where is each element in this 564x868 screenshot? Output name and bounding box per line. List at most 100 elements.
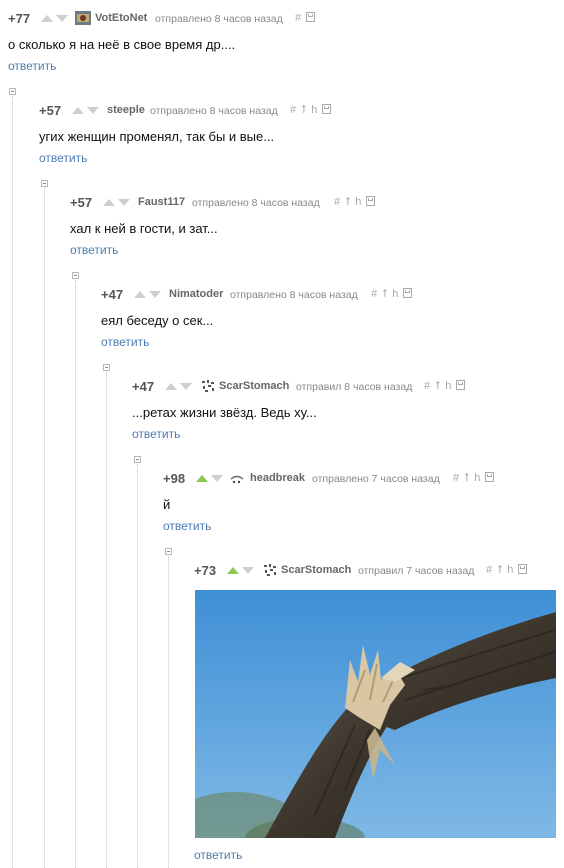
comment-tools: # ⭡ h — [486, 564, 532, 577]
comment-tools: # ⭡ h — [371, 288, 417, 301]
parent-comment-icon[interactable]: ⭡ — [301, 104, 306, 117]
comment: +47 ScarStomach отправил 8 часов назад #… — [132, 378, 552, 441]
parent-comment-icon[interactable]: ⭡ — [435, 380, 440, 393]
comment-timestamp: отправлено 8 часов назад — [150, 105, 278, 117]
comment-timestamp: отправил 8 часов назад — [296, 381, 413, 393]
save-icon[interactable] — [322, 104, 332, 114]
permalink-icon[interactable]: # — [295, 12, 301, 24]
collapse-toggle[interactable] — [165, 548, 172, 555]
thread-line — [137, 464, 138, 868]
upvote-icon[interactable] — [72, 107, 84, 114]
comment-header: +57 steeple отправлено 8 часов назад # ⭡ h — [39, 102, 559, 120]
author-link[interactable]: VotEtoNet — [95, 12, 147, 24]
downvote-icon[interactable] — [211, 475, 223, 482]
author-link[interactable]: ScarStomach — [219, 380, 289, 392]
comment-text: угих женщин променял, так бы и вые... — [39, 129, 275, 144]
thread-icon[interactable]: h — [507, 564, 513, 576]
thread-line — [44, 188, 45, 868]
collapse-toggle[interactable] — [134, 456, 141, 463]
author-link[interactable]: ScarStomach — [281, 564, 351, 576]
parent-comment-icon[interactable]: ⭡ — [464, 472, 469, 485]
comment-text: о сколько я на неё в свое время др.... — [8, 37, 236, 52]
permalink-icon[interactable]: # — [334, 196, 340, 208]
permalink-icon[interactable]: # — [486, 564, 492, 576]
comment-header: +47 Nimatoder отправлено 8 часов назад #… — [101, 286, 551, 304]
comment-header: +73 ScarStomach отправил 7 часов назад #… — [194, 562, 556, 580]
thread-line — [75, 280, 76, 868]
comment: +47 Nimatoder отправлено 8 часов назад #… — [101, 286, 551, 349]
avatar[interactable] — [262, 563, 278, 577]
comment-timestamp: отправил 7 часов назад — [358, 565, 475, 577]
downvote-icon[interactable] — [87, 107, 99, 114]
upvote-icon[interactable] — [196, 475, 208, 482]
comment: +57 Faust117 отправлено 8 часов назад # ⭡… — [70, 194, 550, 257]
downvote-icon[interactable] — [56, 15, 68, 22]
comment-header: +98 headbreak отправлено 7 часов назад #… — [163, 470, 553, 488]
comment-rating: +73 — [194, 563, 217, 578]
parent-comment-icon[interactable]: ⭡ — [345, 196, 350, 209]
author-link[interactable]: steeple — [107, 104, 145, 116]
permalink-icon[interactable]: # — [371, 288, 377, 300]
reply-link[interactable]: ответить — [101, 335, 149, 349]
comment-text: еял беседу о сек... — [101, 313, 214, 328]
downvote-icon[interactable] — [180, 383, 192, 390]
comment-header: +57 Faust117 отправлено 8 часов назад # ⭡… — [70, 194, 550, 212]
branch-image — [195, 590, 556, 838]
downvote-icon[interactable] — [118, 199, 130, 206]
comment-tools: # ⭡ h — [453, 472, 499, 485]
upvote-icon[interactable] — [134, 291, 146, 298]
comment-tools: # ⭡ h — [424, 380, 470, 393]
thread-icon[interactable]: h — [355, 196, 361, 208]
thread-icon[interactable]: h — [474, 472, 480, 484]
parent-comment-icon[interactable]: ⭡ — [497, 564, 502, 577]
comment-timestamp: отправлено 8 часов назад — [155, 13, 283, 25]
comment-timestamp: отправлено 7 часов назад — [312, 473, 440, 485]
save-icon[interactable] — [518, 564, 528, 574]
save-icon[interactable] — [403, 288, 413, 298]
parent-comment-icon[interactable]: ⭡ — [382, 288, 387, 301]
collapse-toggle[interactable] — [41, 180, 48, 187]
save-icon[interactable] — [456, 380, 466, 390]
downvote-icon[interactable] — [242, 567, 254, 574]
collapse-toggle[interactable] — [72, 272, 79, 279]
thread-icon[interactable]: h — [311, 104, 317, 116]
comment-timestamp: отправлено 8 часов назад — [192, 197, 320, 209]
reply-link[interactable]: ответить — [194, 848, 242, 862]
save-icon[interactable] — [366, 196, 376, 206]
collapse-toggle[interactable] — [9, 88, 16, 95]
author-link[interactable]: Faust117 — [138, 196, 185, 208]
permalink-icon[interactable]: # — [424, 380, 430, 392]
thread-icon[interactable]: h — [445, 380, 451, 392]
author-link[interactable]: Nimatoder — [169, 288, 223, 300]
upvote-icon[interactable] — [41, 15, 53, 22]
comment: +57 steeple отправлено 8 часов назад # ⭡ h… — [39, 102, 559, 165]
reply-link[interactable]: ответить — [70, 243, 118, 257]
comment: +73 ScarStomach отправил 7 часов назад #… — [194, 562, 556, 862]
comment-header: +47 ScarStomach отправил 8 часов назад #… — [132, 378, 552, 396]
thread-line — [106, 372, 107, 868]
collapse-toggle[interactable] — [103, 364, 110, 371]
author-link[interactable]: headbreak — [250, 472, 305, 484]
comment-thread-page: { "comments": [ {"rating":"+77","author"… — [0, 0, 564, 868]
save-icon[interactable] — [485, 472, 495, 482]
permalink-icon[interactable]: # — [453, 472, 459, 484]
save-icon[interactable] — [306, 12, 316, 22]
broken-branch-photo[interactable] — [195, 590, 556, 838]
reply-link[interactable]: ответить — [132, 427, 180, 441]
reply-link[interactable]: ответить — [8, 59, 56, 73]
comment-text: хал к ней в гости, и зат... — [70, 221, 218, 236]
reply-link[interactable]: ответить — [39, 151, 87, 165]
thread-icon[interactable]: h — [392, 288, 398, 300]
avatar[interactable] — [229, 473, 245, 487]
avatar[interactable] — [200, 379, 216, 393]
permalink-icon[interactable]: # — [290, 104, 296, 116]
comment-rating: +57 — [39, 103, 62, 118]
downvote-icon[interactable] — [149, 291, 161, 298]
upvote-icon[interactable] — [103, 199, 115, 206]
reply-link[interactable]: ответить — [163, 519, 211, 533]
comment-rating: +98 — [163, 471, 186, 486]
upvote-icon[interactable] — [165, 383, 177, 390]
comment-rating: +77 — [8, 11, 31, 26]
avatar[interactable] — [75, 11, 91, 25]
upvote-icon[interactable] — [227, 567, 239, 574]
